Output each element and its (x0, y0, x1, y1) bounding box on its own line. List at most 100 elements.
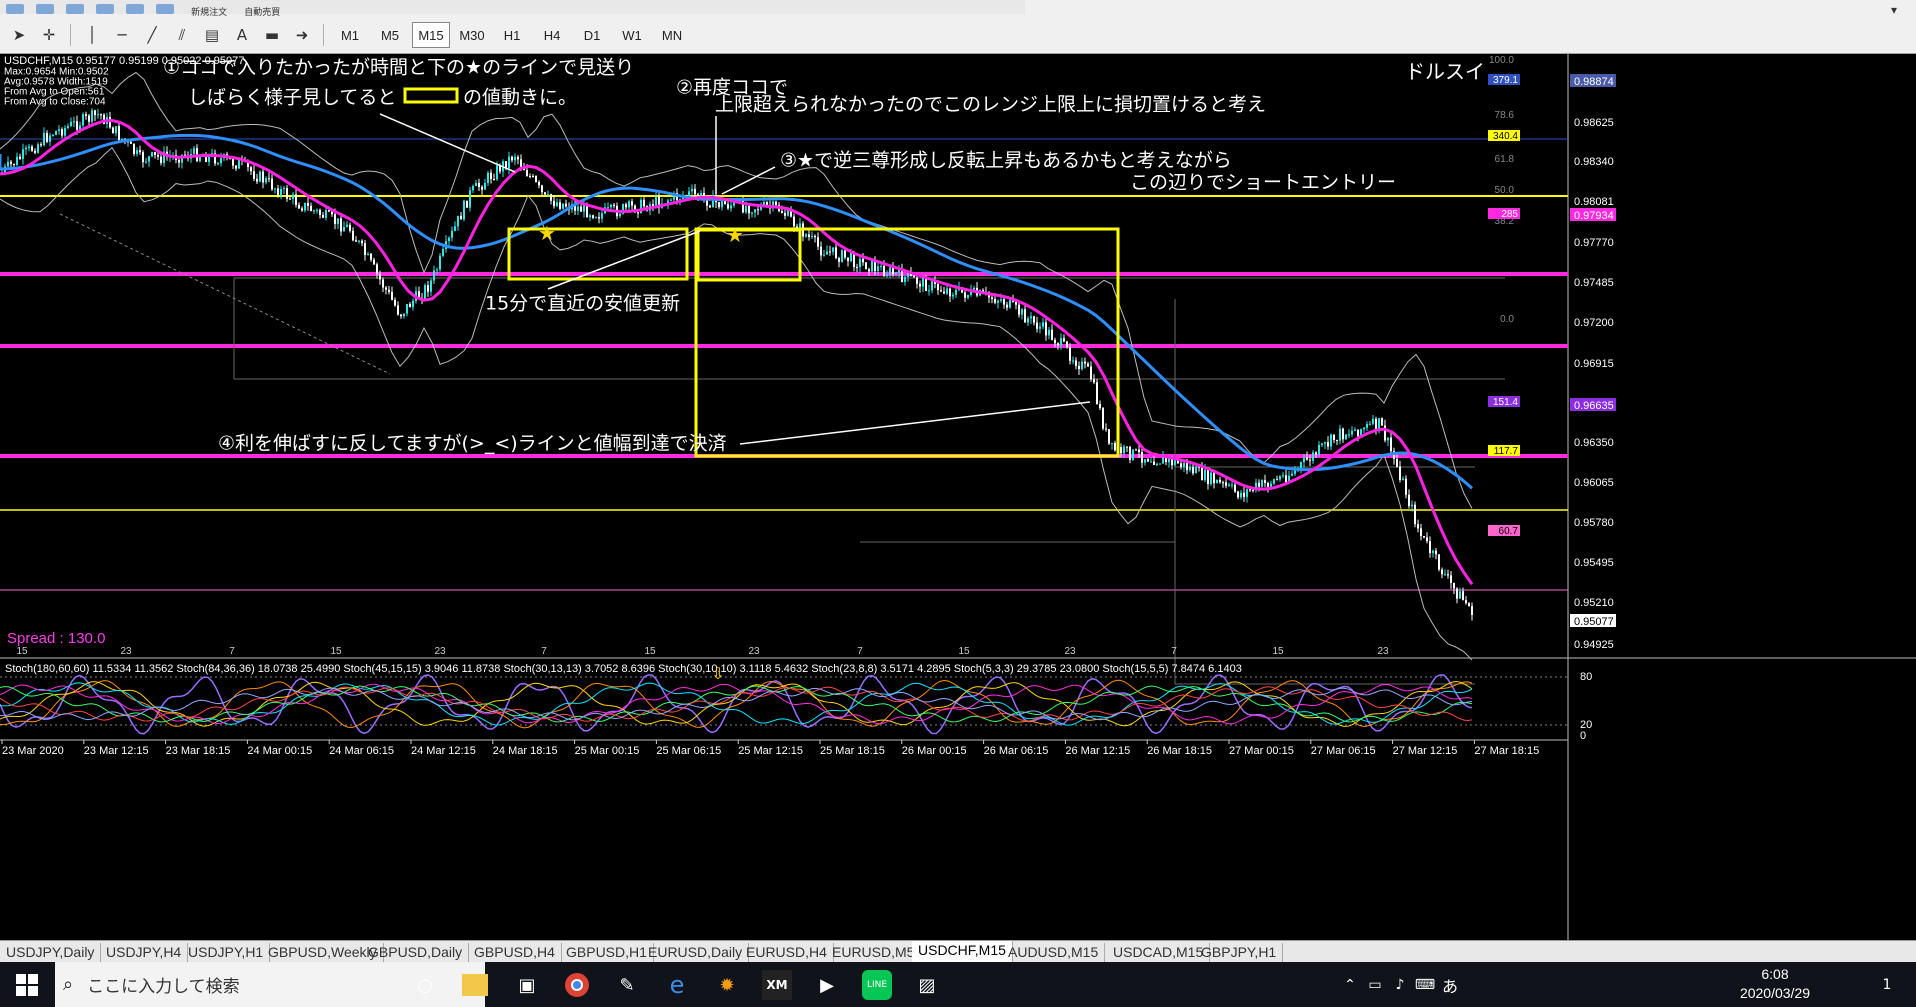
auto-trade-button[interactable]: 自動売買 (244, 8, 280, 18)
price-tick: 0.98081 (1574, 196, 1614, 208)
task-view-icon[interactable]: ○ (410, 970, 440, 1000)
timeframe-d1[interactable]: D1 (574, 23, 610, 47)
photos-icon[interactable]: ▨ (912, 970, 942, 1000)
price-tick: 0.96065 (1574, 477, 1614, 489)
chart-tab[interactable]: EURUSD,H4 (740, 943, 834, 962)
chart-tab[interactable]: GBPUSD,H4 (468, 943, 562, 962)
crosshair-icon[interactable]: ✛ (36, 22, 62, 48)
date-tick: 15 (330, 646, 342, 657)
chart-tab[interactable]: EURUSD,M5 (826, 943, 922, 962)
market-watch-icon[interactable] (66, 4, 84, 14)
date-tick: 23 (434, 646, 446, 657)
chart-tab[interactable]: GBPJPY,H1 (1195, 943, 1284, 962)
date-label: 26 Mar 18:15 (1147, 745, 1212, 757)
clock-time: 6:08 (1761, 966, 1789, 982)
line-label: 285 (1501, 209, 1518, 220)
top-toolbar-strip: 新規注文 自動売買 (0, 0, 1025, 18)
price-tick: 0.95210 (1574, 597, 1614, 609)
terminal-icon[interactable] (126, 4, 144, 14)
chart-tab[interactable]: USDJPY,H1 (182, 943, 271, 962)
fib-label: 50.0 (1495, 185, 1515, 196)
corner-label: ドルスイ (1405, 60, 1485, 84)
timeframe-h1[interactable]: H1 (494, 23, 530, 47)
stats-line: From Avg to Close:704 (4, 96, 106, 107)
app-icon-orange[interactable]: ✹ (712, 970, 742, 1000)
horizontal-line-icon[interactable]: ─ (109, 22, 135, 48)
price-axis[interactable]: 0.98874 0.98625 0.98340 0.98081 0.97934 0.977… (1570, 74, 1616, 651)
fibonacci-icon[interactable]: ▤ (199, 22, 225, 48)
line-label: 60.7 (1499, 526, 1519, 537)
new-order-button[interactable]: 新規注文 (191, 8, 227, 18)
trendline-icon[interactable]: ╱ (139, 22, 165, 48)
vertical-line-icon[interactable]: │ (79, 22, 105, 48)
windows-start-icon[interactable] (12, 970, 42, 1000)
range-box-1[interactable] (507, 227, 689, 281)
date-ticks-top: 15 23 7 15 23 7 15 23 7 15 23 7 15 23 (16, 646, 1389, 657)
fib-label: 78.6 (1495, 110, 1515, 121)
date-tick: 23 (120, 646, 132, 657)
timeframe-m30[interactable]: M30 (454, 23, 490, 47)
date-label: 26 Mar 12:15 (1065, 745, 1130, 757)
chart-tab[interactable]: USDJPY,H4 (100, 943, 189, 962)
arrow-shapes-icon[interactable]: ➜ (289, 22, 315, 48)
store-icon[interactable]: ▣ (512, 970, 542, 1000)
cursor-icon[interactable]: ➤ (6, 22, 32, 48)
date-label: 27 Mar 00:15 (1229, 745, 1294, 757)
media-player-icon[interactable]: ▶ (812, 970, 842, 1000)
date-label: 25 Mar 06:15 (656, 745, 721, 757)
chart-tab[interactable]: EURUSD,Daily (642, 943, 750, 962)
price-tick: 0.98340 (1574, 156, 1614, 168)
timeframe-mn[interactable]: MN (654, 23, 690, 47)
channel-icon[interactable]: ⫽ (169, 22, 195, 48)
timeframe-h4[interactable]: H4 (534, 23, 570, 47)
date-axis[interactable]: 23 Mar 2020 23 Mar 12:15 23 Mar 18:15 24 Ma… (1, 740, 1539, 757)
file-explorer-icon[interactable] (462, 974, 488, 996)
timeframe-m1[interactable]: M1 (332, 23, 368, 47)
chart-tab[interactable]: GBPUSD,Daily (362, 943, 470, 962)
system-clock[interactable]: 6:08 2020/03/29 (1720, 965, 1830, 1003)
text-icon[interactable]: A (229, 22, 255, 48)
date-tick: 15 (958, 646, 970, 657)
notes-icon[interactable]: ✎ (612, 970, 642, 1000)
profiles-icon[interactable] (36, 4, 54, 14)
price-tick: 0.97770 (1574, 237, 1614, 249)
chart-tab[interactable]: USDJPY,Daily (0, 943, 102, 962)
annotation-new-low: 15分で直近の安値更新 (485, 293, 680, 315)
date-label: 23 Mar 2020 (2, 745, 64, 757)
price-chart[interactable]: USDCHF,M15 0.95177 0.95199 0.95022 0.950… (0, 54, 1916, 940)
new-chart-icon[interactable] (6, 4, 24, 14)
tester-icon[interactable] (156, 4, 174, 14)
price-tick: 0.97200 (1574, 317, 1614, 329)
label-icon[interactable]: ▬ (259, 22, 285, 48)
chart-tab[interactable]: AUDUSD,M15 (1002, 943, 1106, 962)
chart-tab[interactable]: GBPUSD,H1 (560, 943, 654, 962)
timeframe-w1[interactable]: W1 (614, 23, 650, 47)
price-tick: 0.96350 (1574, 437, 1614, 449)
line-label: 379.1 (1493, 75, 1518, 86)
navigator-icon[interactable] (96, 4, 114, 14)
timeframe-m5[interactable]: M5 (372, 23, 408, 47)
notification-icon[interactable]: 1 (1872, 970, 1902, 1000)
price-tick: 0.95780 (1574, 517, 1614, 529)
annotation-3-line2: この辺りでショートエントリー (1130, 172, 1396, 194)
price-tick: 0.95077 (1574, 616, 1614, 628)
chrome-icon[interactable] (562, 970, 592, 1000)
date-tick: 7 (229, 646, 235, 657)
price-tick: 0.98625 (1574, 117, 1614, 129)
stoch-line (0, 682, 1473, 726)
edge-icon[interactable]: e (662, 970, 692, 1000)
price-tick: 0.98874 (1574, 76, 1614, 88)
price-tick: 0.96915 (1574, 358, 1614, 370)
timeframe-m15[interactable]: M15 (412, 22, 450, 48)
date-tick: 23 (1064, 646, 1076, 657)
window-menu-icon[interactable]: ▾ (1886, 3, 1902, 17)
date-tick: 7 (857, 646, 863, 657)
chart-tab[interactable]: USDCHF,M15 (912, 941, 1013, 962)
date-label: 23 Mar 12:15 (84, 745, 149, 757)
xm-icon[interactable]: XM (762, 970, 792, 1000)
windows-taskbar: ⌕ ここに入力して検索 ○ ▣ ✎ e ✹ XM ▶ LINE ▨ ⌃ ▭ ♪ … (0, 962, 1916, 1007)
star-marker-2: ★ (726, 225, 744, 247)
ime-indicator[interactable]: あ (1435, 970, 1465, 1000)
chart-canvas: USDCHF,M15 0.95177 0.95199 0.95022 0.950… (0, 54, 1916, 940)
line-icon[interactable]: LINE (862, 970, 892, 1000)
